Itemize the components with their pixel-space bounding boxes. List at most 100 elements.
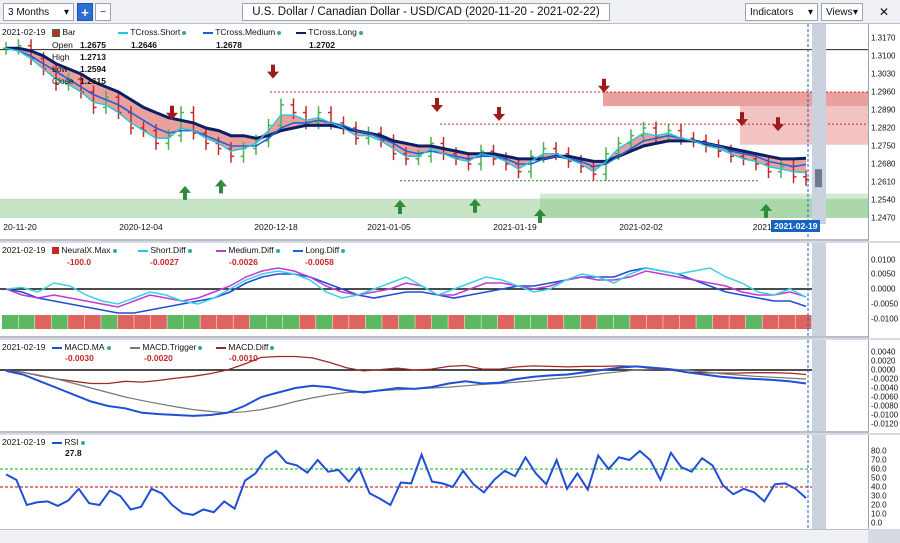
short-diff-legend: Short.Diff (138, 245, 192, 255)
neural-block (382, 315, 399, 329)
rsi-legend: RSI (52, 437, 85, 447)
toolbar: 3 Months ▾ + − U.S. Dollar / Canadian Dol… (0, 0, 900, 24)
close-icon[interactable]: ✕ (876, 3, 892, 21)
rsi-label: RSI (64, 437, 79, 447)
current-price-marker (815, 169, 822, 188)
scroll-track (812, 340, 826, 431)
status-dot-icon (198, 345, 203, 350)
y-tick: 0.0000 (871, 365, 896, 375)
y-tick: 1.3100 (871, 51, 896, 61)
zoom-out-button[interactable]: − (95, 3, 111, 21)
date-label: 2021-02-02 (619, 222, 663, 232)
views-dropdown[interactable]: Views ▾ (821, 3, 863, 21)
neural-block (729, 315, 746, 329)
indicators-dropdown[interactable]: Indicators ▾ (745, 3, 818, 21)
status-dot-icon (358, 30, 363, 35)
bar-swatch-icon (52, 28, 60, 37)
neural-block (316, 315, 333, 329)
rsi-line (5, 449, 807, 516)
tcross-short-value: 1.2646 (131, 40, 157, 50)
resistance-zone (603, 92, 868, 107)
y-tick: 0.0000 (871, 284, 896, 294)
period-select[interactable]: 3 Months ▾ (3, 3, 74, 21)
y-tick: 80.0 (871, 446, 887, 456)
y-tick: -0.0100 (871, 410, 899, 420)
y-tick: 20.0 (871, 500, 887, 510)
status-strip (0, 529, 868, 543)
neural-block (464, 315, 481, 329)
y-tick: 1.3030 (871, 69, 896, 79)
date-label: 2021-01-19 (493, 222, 537, 232)
neural-block (448, 315, 465, 329)
buy-arrow-icon (215, 179, 227, 194)
high-value: 1.2713 (80, 52, 106, 62)
neural-block (233, 315, 250, 329)
diff-pane[interactable]: 2021-02-19 NeuralX.Max -100.0 Short.Diff… (0, 243, 868, 338)
y-tick: -0.0040 (871, 383, 899, 393)
y-tick: 50.0 (871, 473, 887, 483)
y-tick: 60.0 (871, 464, 887, 474)
line-swatch-icon (52, 346, 62, 349)
rsi-pane[interactable]: 2021-02-19 RSI 27.8 (0, 435, 868, 529)
short-diff-label: Short.Diff (150, 245, 186, 255)
line-swatch-icon (293, 249, 303, 252)
status-dot-icon (112, 248, 117, 253)
tcross-short-legend: TCross.Short (118, 27, 187, 37)
zoom-in-button[interactable]: + (77, 3, 93, 21)
neural-block (745, 315, 762, 329)
neural-block (795, 315, 812, 329)
y-tick: 10.0 (871, 509, 887, 519)
neural-block (580, 315, 597, 329)
chevron-down-icon: ▾ (807, 6, 813, 18)
neural-block (481, 315, 498, 329)
y-tick: 70.0 (871, 455, 887, 465)
macd-ma-value: -0.0030 (65, 353, 94, 363)
neural-block (101, 315, 118, 329)
price-legend-date: 2021-02-19 (2, 27, 46, 37)
date-axis: 20-11-20 2020-12-04 2020-12-18 2021-01-0… (0, 220, 868, 236)
y-tick: 0.0050 (871, 269, 896, 279)
y-tick: 0.0100 (871, 255, 896, 265)
y-tick: 0.0020 (871, 356, 896, 366)
diff-chart (0, 243, 826, 336)
diff-y-axis[interactable]: 0.0100 0.0050 0.0000 -0.0050 -0.0100 (868, 243, 900, 338)
date-label: 20-11-20 (3, 222, 37, 232)
close-label: Close (52, 76, 74, 86)
macd-ma-legend: MACD.MA (52, 342, 111, 352)
neural-block (530, 315, 548, 329)
neural-legend: NeuralX.Max (52, 245, 117, 255)
period-label: 3 Months (8, 6, 50, 18)
sell-arrow-icon (598, 78, 610, 93)
neural-block (663, 315, 680, 329)
chart-title: U.S. Dollar / Canadian Dollar - USD/CAD … (242, 3, 610, 21)
line-swatch-icon (203, 31, 213, 34)
bar-legend: Bar (52, 27, 76, 37)
rsi-chart (0, 435, 826, 529)
rsi-y-axis[interactable]: 80.0 70.0 60.0 50.0 40.0 30.0 20.0 10.0 … (868, 435, 900, 529)
indicators-label: Indicators (750, 6, 794, 18)
neural-block (84, 315, 101, 329)
neural-block (564, 315, 581, 329)
short-diff-value: -0.0027 (150, 257, 179, 267)
medium-diff-label: Medium.Diff (228, 245, 274, 255)
low-value: 1.2594 (80, 64, 106, 74)
sell-arrow-icon (431, 98, 443, 112)
macd-diff-legend: MACD.Diff (216, 342, 275, 352)
status-dot-icon (341, 248, 346, 253)
neural-block (778, 315, 795, 329)
macd-pane[interactable]: 2021-02-19 MACD.MA -0.0030 MACD.Trigger … (0, 340, 868, 433)
neural-block (646, 315, 663, 329)
neural-block (249, 315, 266, 329)
bar-swatch-icon (52, 247, 59, 255)
sell-arrow-icon (493, 107, 505, 121)
price-pane[interactable]: 2021-02-19 Bar Open 1.2675 High 1.2713 L… (0, 24, 868, 241)
y-tick: -0.0060 (871, 392, 899, 402)
neural-block (266, 315, 283, 329)
neural-block (398, 315, 415, 329)
price-y-axis[interactable]: 1.3170 1.3100 1.3030 1.2960 1.2890 1.282… (868, 24, 900, 241)
bar-label: Bar (62, 27, 76, 37)
y-tick: -0.0120 (871, 419, 899, 429)
scroll-track (812, 24, 826, 224)
neural-block (68, 315, 85, 329)
macd-y-axis[interactable]: 0.0040 0.0020 0.0000 -0.0020 -0.0040 -0.… (868, 340, 900, 433)
